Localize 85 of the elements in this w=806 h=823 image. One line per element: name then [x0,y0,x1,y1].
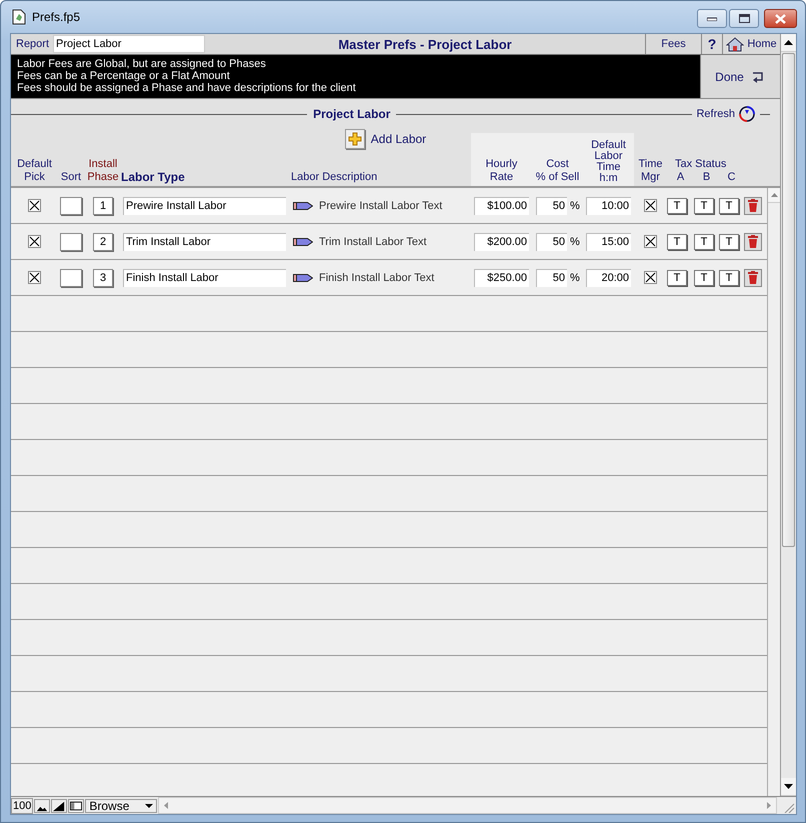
tax-status-button[interactable]: T [694,270,714,286]
column-header: Labor Description [291,171,378,185]
column-header: Cost % of Sell [532,133,583,186]
tax-status-button[interactable]: T [694,198,714,214]
info-note: Fees can be a Percentage or a Flat Amount [17,70,231,82]
percent-sign: % [570,236,580,248]
column-header: Labor Type [121,169,186,186]
labor-description: Prewire Install Labor Text [318,200,444,212]
labor-time-field[interactable]: 10:00 [586,196,631,214]
minimize-icon [707,16,717,20]
trash-icon[interactable] [744,196,762,214]
checkbox[interactable] [644,271,657,284]
sort-field[interactable] [60,196,82,214]
tax-status-button[interactable]: T [667,198,687,214]
zoom-in-icon[interactable] [51,798,68,812]
cost-percent-field[interactable]: 50 [536,232,567,250]
column-header: Default Pick [16,157,53,185]
minimize-button[interactable] [697,9,727,28]
phase-field[interactable]: 3 [93,268,113,286]
phase-field[interactable]: 1 [93,196,113,214]
cost-percent-field[interactable]: 50 [536,268,567,286]
column-header: Hourly Rate [471,133,532,186]
pencil-icon[interactable] [293,238,313,246]
phase-field[interactable]: 2 [93,232,113,250]
report-label: Report [15,38,50,50]
page-title: Master Prefs - Project Labor [337,36,513,52]
tax-status-button[interactable]: T [667,270,687,286]
close-icon [775,14,786,24]
refresh-icon [738,105,756,123]
checkbox[interactable] [28,271,41,284]
column-header: B [702,171,712,184]
pencil-icon[interactable] [293,274,313,282]
info-note: Fees should be assigned a Phase and have descriptions for the client [17,82,357,94]
labor-description: Finish Install Labor Text [318,272,436,284]
refresh-button[interactable]: Refresh [696,105,756,123]
done-button[interactable]: Done [700,55,780,98]
tax-status-button[interactable]: T [694,234,714,250]
labor-type-field[interactable]: Finish Install Labor [123,268,286,286]
hourly-rate-field[interactable]: $200.00 [474,232,529,250]
checkbox[interactable] [28,199,41,212]
zoom-level[interactable]: 100 [11,798,34,814]
tax-status-button[interactable]: T [719,198,739,214]
caret-icon [145,804,154,808]
layout-icon[interactable] [68,798,84,812]
column-header: Sort [60,170,82,185]
labor-time-field[interactable]: 20:00 [586,268,631,286]
column-header: A [676,171,686,184]
labor-type-field[interactable]: Trim Install Labor [123,232,286,250]
labor-type-field[interactable]: Prewire Install Labor [123,196,286,214]
hourly-rate-field[interactable]: $250.00 [474,268,529,286]
section-title: Project Labor [312,107,392,121]
trash-icon[interactable] [744,268,762,286]
report-field[interactable]: Project Labor [53,35,206,53]
tax-status-button[interactable]: T [719,234,739,250]
maximize-icon [738,14,750,23]
checkbox[interactable] [644,235,657,248]
labor-description: Trim Install Labor Text [318,236,428,248]
plus-icon [348,132,362,146]
column-header: C [726,171,736,184]
sort-field[interactable] [60,268,82,286]
column-header: Tax Status [674,158,726,171]
add-labor-button[interactable]: Add Labor [344,129,426,149]
trash-icon[interactable] [744,232,762,250]
document-icon [12,9,26,25]
checkbox[interactable] [644,199,657,212]
checkbox[interactable] [28,235,41,248]
house-icon [726,36,744,52]
hourly-rate-field[interactable]: $100.00 [474,196,529,214]
labor-time-field[interactable]: 15:00 [586,232,631,250]
column-header: Default Labor Time h:m [583,133,634,186]
maximize-button[interactable] [729,9,759,28]
close-button[interactable] [764,9,797,28]
tax-status-button[interactable]: T [667,234,687,250]
column-header: Install Phase [86,157,120,185]
zoom-out-icon[interactable] [34,798,50,812]
window-title: Prefs.fp5 [32,10,82,24]
cost-percent-field[interactable]: 50 [536,196,567,214]
percent-sign: % [570,272,580,284]
percent-sign: % [570,200,580,212]
column-header: Time Mgr [637,157,664,185]
sort-field[interactable] [60,232,82,250]
pencil-icon[interactable] [293,202,313,210]
mode-dropdown[interactable]: Browse [85,798,158,812]
tax-status-button[interactable]: T [719,270,739,286]
info-note: Labor Fees are Global, but are assigned to Phases [17,58,267,70]
